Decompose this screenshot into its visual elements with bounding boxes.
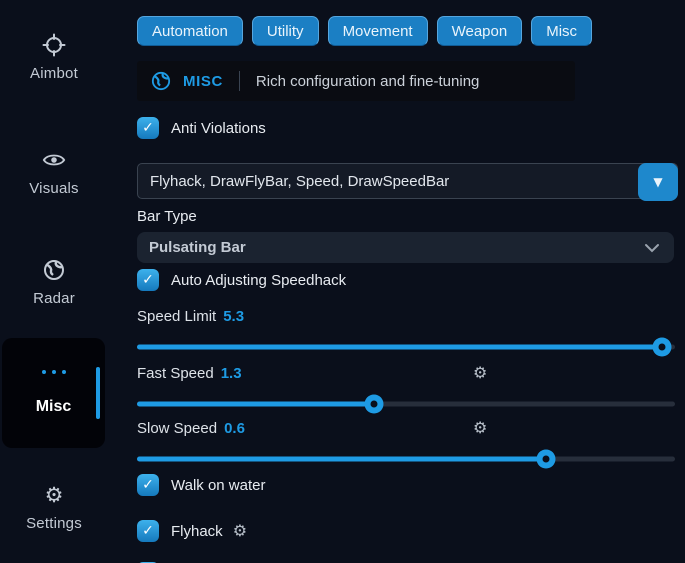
globe-icon [151,71,171,91]
sidebar-item-aimbot[interactable]: Aimbot [0,33,108,82]
slider-fill [137,401,374,406]
multiselect-value: Flyhack, DrawFlyBar, Speed, DrawSpeedBar [150,173,449,190]
checkbox-checked[interactable]: ✓ [137,474,159,496]
section-title: MISC [183,73,223,90]
bar-type-label: Bar Type [137,208,678,226]
sidebar-item-radar[interactable]: Radar [0,258,108,307]
gear-icon[interactable]: ⚙ [473,420,487,436]
slider-label: Speed Limit [137,308,216,325]
triangle-down-icon: ▼ [653,175,662,189]
dropdown-open-button[interactable]: ▼ [638,163,678,201]
bar-multiselect-input[interactable]: Flyhack, DrawFlyBar, Speed, DrawSpeedBar… [137,163,678,199]
tab-misc[interactable]: Misc [531,16,592,46]
app-window: Aimbot Visuals Radar Mi [0,0,685,563]
tab-weapon[interactable]: Weapon [437,16,523,46]
checkbox-checked[interactable]: ✓ [137,520,159,542]
slider-group-slow-speed: Slow Speed 0.6 ⚙ [137,419,678,468]
checkbox-checked[interactable]: ✓ [137,269,159,291]
chevron-down-icon [644,243,660,253]
sidebar-item-label: Visuals [29,180,78,197]
crosshair-icon [42,33,66,57]
slider-group-speed-limit: Speed Limit 5.3 [137,307,678,356]
checkbox-row-flyhack[interactable]: ✓ Flyhack ⚙ [137,520,678,542]
slider-fill [137,456,546,461]
main-content: Automation Utility Movement Weapon Misc … [137,0,678,563]
slider-value: 1.3 [221,365,242,382]
gear-icon[interactable]: ⚙ [473,365,487,381]
globe-icon [42,258,66,282]
check-icon: ✓ [142,121,154,135]
slider-label: Fast Speed [137,365,214,382]
check-icon: ✓ [142,273,154,287]
sidebar-item-label: Settings [26,515,82,532]
checkbox-label: Flyhack [171,523,223,540]
slider-fill [137,344,662,349]
tab-movement[interactable]: Movement [328,16,428,46]
category-tabs: Automation Utility Movement Weapon Misc [137,16,678,46]
checkbox-row-walk-on-water[interactable]: ✓ Walk on water [137,474,678,496]
slow-speed-slider[interactable] [137,449,675,468]
slider-thumb[interactable] [364,394,383,413]
checkbox-row-auto-adjusting-speedhack[interactable]: ✓ Auto Adjusting Speedhack [137,269,678,291]
sidebar-item-visuals[interactable]: Visuals [0,148,108,197]
slider-label: Slow Speed [137,420,217,437]
slider-group-fast-speed: Fast Speed 1.3 ⚙ [137,364,678,413]
slider-thumb[interactable] [652,337,671,356]
sidebar-item-label: Radar [33,290,75,307]
sidebar-item-label: Aimbot [30,65,78,82]
checkbox-checked[interactable]: ✓ [137,117,159,139]
bar-type-select[interactable]: Pulsating Bar [137,232,674,263]
ellipsis-icon [42,370,66,374]
checkbox-label: Auto Adjusting Speedhack [171,272,346,289]
checkbox-label: Walk on water [171,477,265,494]
divider [239,71,240,91]
checkbox-label: Anti Violations [171,120,266,137]
tab-automation[interactable]: Automation [137,16,243,46]
check-icon: ✓ [142,478,154,492]
section-header: MISC Rich configuration and fine-tuning [137,61,575,101]
slider-value: 5.3 [223,308,244,325]
tab-utility[interactable]: Utility [252,16,319,46]
speed-limit-slider[interactable] [137,337,675,356]
slider-value: 0.6 [224,420,245,437]
gear-icon: ⚙ [42,483,66,507]
check-icon: ✓ [142,524,154,538]
sidebar-item-settings[interactable]: ⚙ Settings [0,483,108,532]
sidebar-item-misc-active[interactable]: Misc [2,338,105,448]
gear-icon[interactable]: ⚙ [233,523,247,539]
active-indicator-bar [96,367,100,419]
slider-thumb[interactable] [536,449,555,468]
select-value: Pulsating Bar [149,239,246,256]
sidebar-item-label: Misc [36,398,72,416]
eye-icon [42,148,66,172]
checkbox-row-anti-violations[interactable]: ✓ Anti Violations [137,117,678,139]
sidebar: Aimbot Visuals Radar Mi [0,0,122,563]
fast-speed-slider[interactable] [137,394,675,413]
section-subtitle: Rich configuration and fine-tuning [256,73,479,90]
